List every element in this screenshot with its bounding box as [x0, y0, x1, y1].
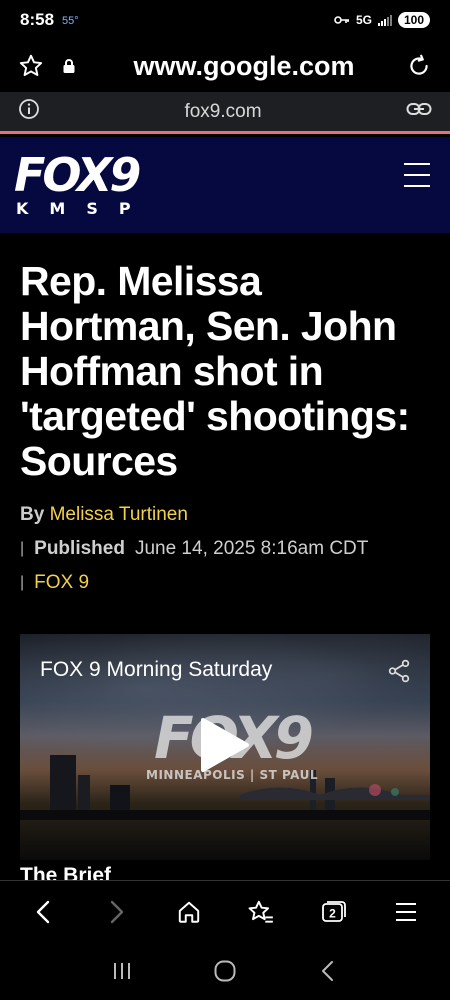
- logo-callsign: KMSP: [16, 199, 152, 218]
- status-time: 8:58: [20, 10, 55, 29]
- status-indicators: 5G 100: [334, 12, 430, 28]
- back-arrow-icon[interactable]: [22, 890, 66, 934]
- site-info-strip: fox9.com: [0, 92, 450, 134]
- home-icon[interactable]: [167, 890, 211, 934]
- play-icon[interactable]: [197, 716, 251, 774]
- author-link[interactable]: Melissa Turtinen: [50, 504, 188, 525]
- source-link[interactable]: FOX 9: [34, 572, 89, 594]
- info-icon[interactable]: [18, 98, 40, 125]
- byline: By Melissa Turtinen: [20, 504, 430, 526]
- link-icon[interactable]: [406, 101, 432, 122]
- system-navigation-bar: [0, 942, 450, 1000]
- video-player[interactable]: FOX 9 Morning Saturday FOX9 MINNEAPOLIS …: [20, 634, 430, 860]
- share-icon[interactable]: [386, 658, 412, 689]
- tab-count: 2: [330, 906, 337, 920]
- article: Rep. Melissa Hortman, Sen. John Hoffman …: [0, 233, 450, 594]
- recents-icon[interactable]: [102, 951, 142, 991]
- hamburger-menu-icon[interactable]: [404, 163, 430, 187]
- forward-arrow-icon[interactable]: [94, 890, 138, 934]
- byline-prefix: By: [20, 504, 45, 525]
- published-label: Published: [34, 538, 125, 559]
- battery-indicator: 100: [397, 12, 430, 28]
- status-bar: 8:58 55° 5G 100: [0, 0, 450, 40]
- fox9-logo[interactable]: FOX9 KMSP: [14, 148, 152, 218]
- article-headline: Rep. Melissa Hortman, Sen. John Hoffman …: [20, 258, 410, 484]
- divider: |: [20, 540, 25, 557]
- site-header: FOX9 KMSP: [0, 137, 450, 233]
- browser-url-bar: www.google.com: [0, 40, 450, 92]
- status-temperature: 55°: [62, 15, 79, 27]
- source-row: | FOX 9: [20, 572, 430, 594]
- lock-icon[interactable]: [54, 51, 84, 81]
- system-home-icon[interactable]: [205, 951, 245, 991]
- vpn-key-icon: [334, 13, 350, 28]
- logo-word: FOX9: [14, 148, 141, 202]
- signal-icon: [377, 14, 392, 26]
- divider: |: [20, 574, 25, 591]
- network-type: 5G: [355, 13, 372, 27]
- browser-toolbar: 2: [0, 880, 450, 942]
- bookmarks-icon[interactable]: [239, 890, 283, 934]
- tabs-icon[interactable]: 2: [311, 890, 355, 934]
- reload-icon[interactable]: [404, 51, 434, 81]
- site-domain: fox9.com: [184, 100, 262, 122]
- more-menu-icon[interactable]: [384, 890, 428, 934]
- star-icon[interactable]: [16, 51, 46, 81]
- url-text[interactable]: www.google.com: [84, 51, 404, 82]
- published-row: | Published June 14, 2025 8:16am CDT: [20, 538, 430, 560]
- system-back-icon[interactable]: [308, 951, 348, 991]
- video-title: FOX 9 Morning Saturday: [40, 658, 273, 681]
- published-date: June 14, 2025 8:16am CDT: [134, 538, 369, 559]
